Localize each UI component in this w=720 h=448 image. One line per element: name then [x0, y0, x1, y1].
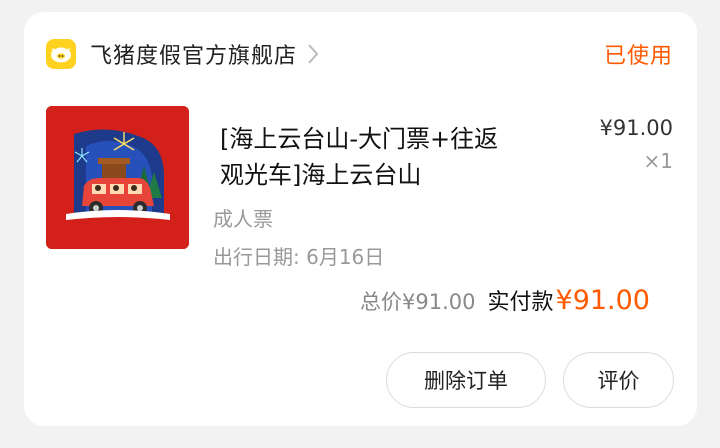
product-thumbnail[interactable]	[46, 106, 189, 249]
unit-price: ¥91.00	[599, 116, 673, 140]
order-totals: 总价 ¥91.00 实付款 ¥91.00	[360, 284, 650, 324]
fliggy-logo-icon	[46, 39, 76, 69]
paid-amount-value: ¥91.00	[555, 285, 650, 316]
travel-date: 出行日期: 6月16日	[213, 241, 384, 270]
paid-amount-label: 实付款	[487, 290, 554, 315]
quantity: ×1	[643, 149, 673, 173]
travel-date-value: 6月16日	[306, 245, 385, 269]
review-button[interactable]: 评价	[563, 352, 674, 408]
store-name[interactable]: 飞猪度假官方旗舰店	[90, 38, 297, 70]
store-header[interactable]: 飞猪度假官方旗舰店	[46, 38, 323, 70]
product-spec: 成人票	[213, 207, 273, 231]
chevron-right-icon[interactable]	[307, 42, 323, 66]
product-title-line2: 观光车]海上云台山	[220, 161, 422, 189]
order-status: 已使用	[603, 44, 673, 69]
product-title-line1: [海上云台山-大门票+往返	[220, 125, 499, 153]
total-price-value: ¥91.00	[402, 290, 476, 314]
delete-order-button[interactable]: 删除订单	[386, 352, 546, 408]
travel-date-label: 出行日期:	[213, 245, 307, 269]
order-card[interactable]: 飞猪度假官方旗舰店 已使用 [海上云台山-大门票+往返 观光车]海上云台山 ¥9…	[24, 12, 697, 426]
total-price-label: 总价	[360, 290, 403, 314]
product-title[interactable]: [海上云台山-大门票+往返 观光车]海上云台山	[220, 121, 540, 193]
